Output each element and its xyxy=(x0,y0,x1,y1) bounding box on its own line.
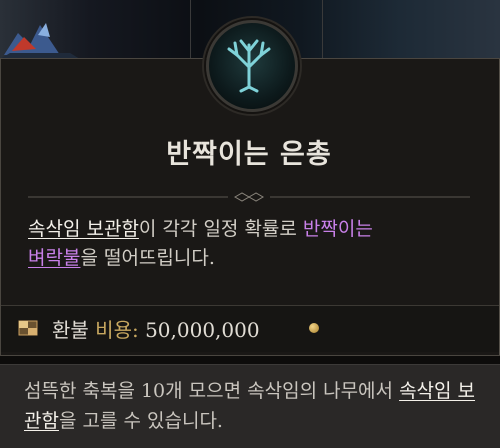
item-description: 속삭임 보관함이 각각 일정 확률로 반짝이는벼락불을 떨어뜨립니다. xyxy=(28,215,478,273)
keyword-whisper-cache[interactable]: 속삭임 보관함 xyxy=(28,218,139,240)
footer-text-start: 섬뜩한 축복을 10개 모으면 속삭임의 나무에서 xyxy=(24,380,400,402)
character-sprite-icon xyxy=(0,23,80,59)
gold-coin-icon xyxy=(309,323,319,333)
refund-label: 환불 xyxy=(52,318,96,342)
right-slot-frame xyxy=(322,0,500,62)
keyword-glittering: 반짝이는 xyxy=(302,218,373,240)
cost-label: 비용: xyxy=(95,318,139,342)
footer-text-end: 을 고를 수 있습니다. xyxy=(58,410,223,432)
ornament-divider xyxy=(28,192,470,202)
description-text-end: 을 떨어뜨립니다. xyxy=(80,247,215,269)
keyword-lightning[interactable]: 벼락불 xyxy=(28,247,80,269)
refund-cost: 환불 비용: 50,000,000 xyxy=(52,314,260,343)
tree-of-whispers-icon xyxy=(227,39,271,93)
cost-value: 50,000,000 xyxy=(138,318,260,342)
footer-text: 섬뜩한 축복을 10개 모으면 속삭임의 나무에서 속삭임 보관함을 고를 수 … xyxy=(24,376,484,436)
description-text: 이 각각 일정 확률로 xyxy=(138,218,303,240)
cache-chest-icon xyxy=(18,320,38,336)
tree-emblem xyxy=(206,20,298,112)
item-title: 반짝이는 은총 xyxy=(166,139,332,170)
